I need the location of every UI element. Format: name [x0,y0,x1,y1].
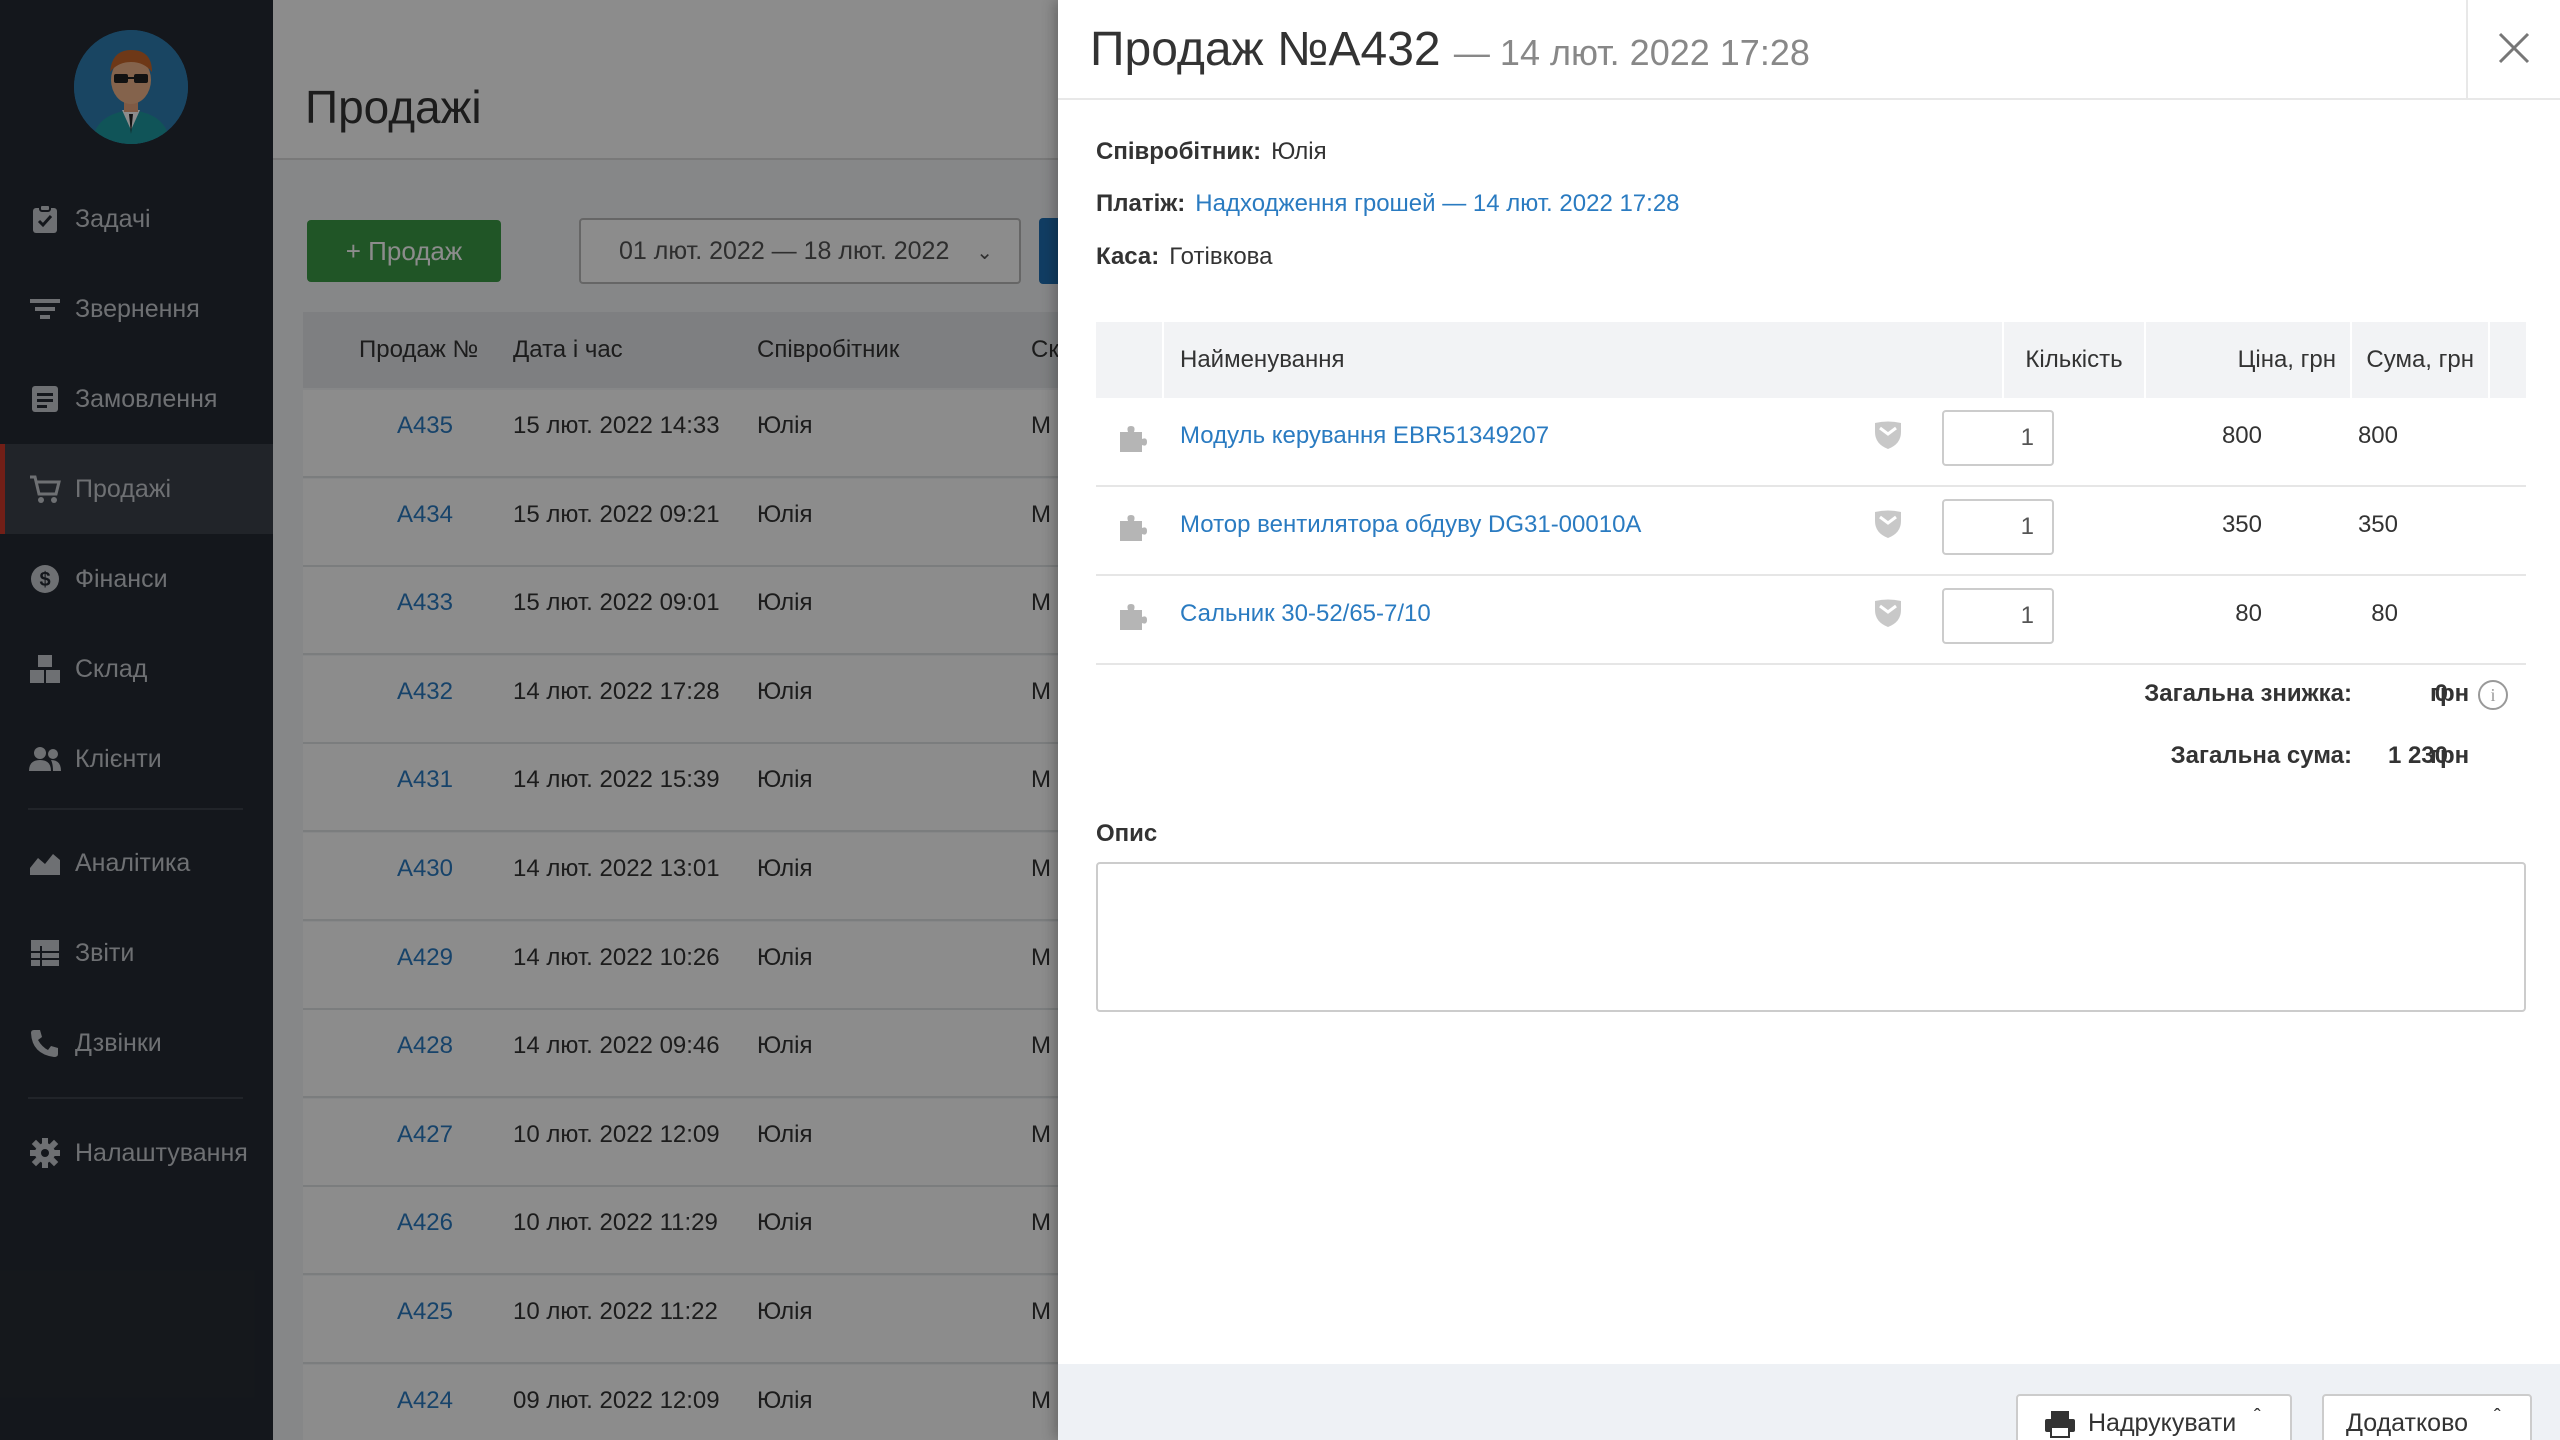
print-button[interactable]: Надрукувати ˆ [2016,1394,2292,1440]
quantity-input[interactable] [1942,588,2054,644]
puzzle-piece-icon [1116,600,1148,639]
quantity-input[interactable] [1942,499,2054,555]
payment-link[interactable]: Надходження грошей — 14 лют. 2022 17:28 [1195,190,1679,217]
payment-label: Платіж: [1096,190,1186,217]
chevron-up-icon: ˆ [2254,1406,2261,1428]
description-field[interactable] [1096,862,2526,1012]
puzzle-piece-icon [1116,511,1148,550]
employee-label: Співробітник: [1096,138,1262,165]
item-sum: 350 [2357,511,2398,538]
item-sum: 800 [2357,422,2398,449]
employee-value: Юлія [1271,138,1327,165]
close-icon [2497,31,2531,70]
discount-label: Загальна знижка: [2144,680,2352,707]
item-sum: 80 [2371,600,2398,627]
modal-backdrop[interactable] [0,0,1058,1440]
column-header: Сума, грн [2352,322,2490,398]
column-header: Кількість [2004,322,2146,398]
item-price: 80 [2235,600,2262,627]
item-price: 350 [2221,511,2262,538]
item-price: 800 [2221,422,2262,449]
item-name-link[interactable]: Сальник 30-52/65-7/10 [1180,600,1431,628]
total-currency: грн [2430,742,2470,769]
column-header: Ціна, грн [2146,322,2352,398]
warranty-shield-icon[interactable] [1874,598,1902,635]
column-header-icon [1096,322,1164,398]
puzzle-piece-icon [1116,422,1148,461]
warranty-shield-icon[interactable] [1874,420,1902,457]
modal-footer: Надрукувати ˆ Додатково ˆ [1058,1364,2560,1440]
items-table-header: Найменування Кількість Ціна, грн Сума, г… [1096,322,2526,398]
discount-currency: грн [2430,680,2470,707]
modal-header: Продаж №А432 — 14 лют. 2022 17:28 [1058,0,2560,100]
sale-number: Продаж №А432 [1090,23,1441,76]
item-row: Модуль керування EBR51349207 800 800 [1096,398,2526,487]
cash-label: Каса: [1096,243,1160,270]
item-row: Мотор вентилятора обдуву DG31-00010A 350 3… [1096,487,2526,576]
sale-details-panel: Продаж №А432 — 14 лют. 2022 17:28 Співро… [1058,0,2560,1440]
column-header: Найменування [1164,322,2004,398]
sale-datetime: — 14 лют. 2022 17:28 [1453,32,1810,73]
item-name-link[interactable]: Мотор вентилятора обдуву DG31-00010A [1180,511,1641,539]
more-button[interactable]: Додатково ˆ [2322,1394,2532,1440]
info-icon[interactable]: i [2478,680,2508,710]
item-row: Сальник 30-52/65-7/10 80 80 [1096,576,2526,665]
employee-info: Співробітник: Юлія [1096,138,1327,166]
description-label: Опис [1096,820,1158,847]
items-table: Найменування Кількість Ціна, грн Сума, г… [1096,322,2526,665]
payment-info: Платіж: Надходження грошей — 14 лют. 2022… [1096,190,1680,218]
cash-value: Готівкова [1169,243,1273,270]
print-button-label: Надрукувати [2088,1408,2237,1437]
quantity-input[interactable] [1942,410,2054,466]
items-table-body: Модуль керування EBR51349207 800 800 Мотор … [1096,398,2526,665]
total-label: Загальна сума: [2170,742,2352,769]
more-button-label: Додатково [2346,1408,2468,1437]
item-name-link[interactable]: Модуль керування EBR51349207 [1180,422,1549,450]
warranty-shield-icon[interactable] [1874,509,1902,546]
chevron-up-icon: ˆ [2494,1406,2501,1428]
close-button[interactable] [2466,0,2560,100]
modal-title: Продаж №А432 — 14 лют. 2022 17:28 [1090,22,1810,77]
printer-icon [2044,1410,2076,1440]
cash-info: Каса: Готівкова [1096,243,1273,271]
